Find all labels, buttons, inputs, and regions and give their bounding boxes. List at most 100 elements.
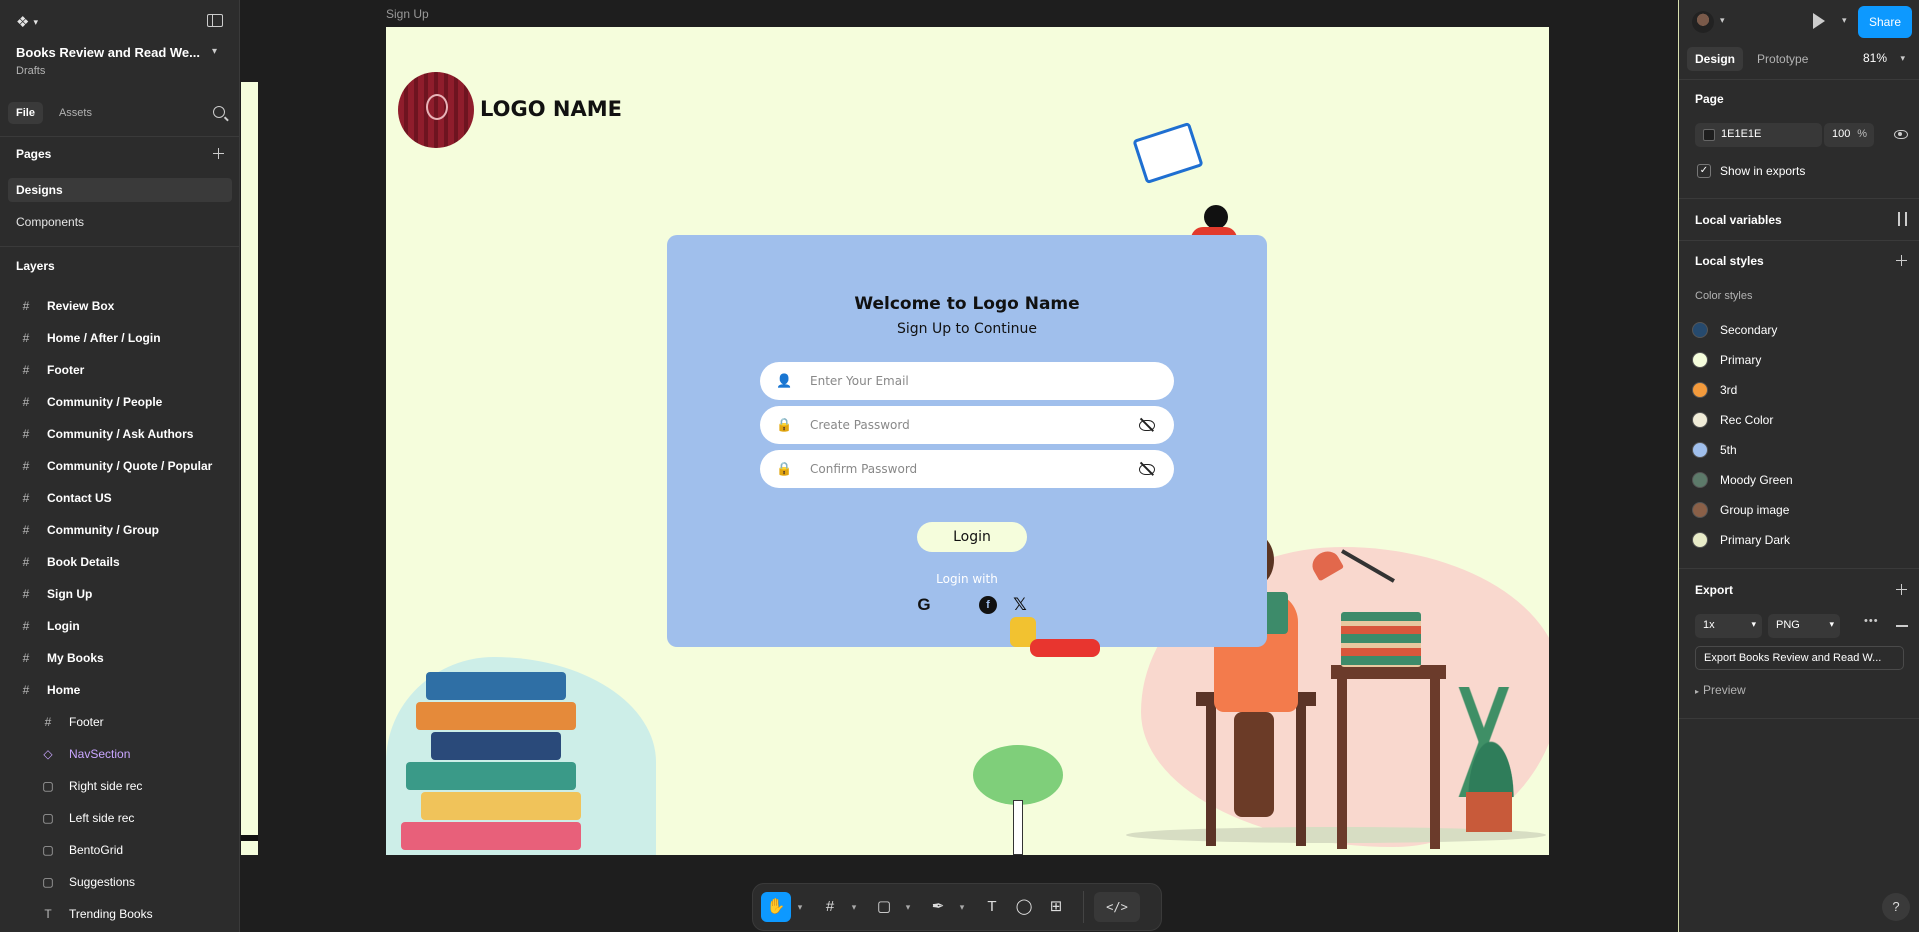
color-style-item[interactable]: Rec Color xyxy=(1692,410,1773,430)
color-style-item[interactable]: Group image xyxy=(1692,500,1789,520)
remove-export-icon[interactable] xyxy=(1896,625,1908,627)
add-page-icon[interactable] xyxy=(213,148,224,159)
signup-frame[interactable]: LOGO NAME Welcome to Logo Name Sign Up t… xyxy=(386,27,1549,855)
layer-item[interactable]: ▢ Left side rec xyxy=(0,802,240,834)
present-play-icon[interactable] xyxy=(1813,13,1825,29)
layer-item[interactable]: # Footer xyxy=(0,354,240,386)
neighbor-frame[interactable] xyxy=(241,82,258,855)
page-opacity-field[interactable]: 100 % xyxy=(1824,123,1874,147)
chevron-down-icon[interactable]: ▾ xyxy=(955,902,969,913)
show-in-exports-label[interactable]: Show in exports xyxy=(1720,164,1805,178)
x-icon[interactable]: 𝕏 xyxy=(1011,596,1029,614)
hand-tool-icon[interactable]: ✋ xyxy=(761,892,791,922)
show-in-exports-checkbox[interactable]: ✓ xyxy=(1697,164,1711,178)
avatar[interactable] xyxy=(1692,11,1714,33)
tab-design[interactable]: Design xyxy=(1687,47,1744,71)
layer-item[interactable]: ▢ Right side rec xyxy=(0,770,240,802)
layer-item[interactable]: # Community / Group xyxy=(0,514,240,546)
color-style-item[interactable]: Secondary xyxy=(1692,320,1777,340)
facebook-icon[interactable]: f xyxy=(979,596,997,614)
export-format-select[interactable]: PNG ▾ xyxy=(1768,614,1840,638)
preview-toggle[interactable]: ▸ Preview xyxy=(1695,683,1746,697)
sidebar-toggle-icon[interactable] xyxy=(207,14,223,27)
add-export-icon[interactable] xyxy=(1896,584,1907,595)
file-title[interactable]: Books Review and Read We... xyxy=(16,45,200,60)
zoom-level[interactable]: 81% xyxy=(1863,51,1887,65)
layer-item[interactable]: # Home / After / Login xyxy=(0,322,240,354)
confirm-password-input[interactable] xyxy=(810,462,1138,476)
divider xyxy=(0,246,239,247)
frame-tool-icon[interactable]: # xyxy=(815,892,845,922)
email-input[interactable] xyxy=(810,374,1174,388)
layer-item[interactable]: # Footer xyxy=(0,706,240,738)
password-field[interactable]: 🔒 xyxy=(760,406,1174,444)
chevron-down-icon[interactable]: ▾ xyxy=(212,46,217,57)
chevron-down-icon[interactable]: ▾ xyxy=(1720,15,1725,26)
tab-assets[interactable]: Assets xyxy=(51,102,100,124)
chevron-down-icon[interactable]: ▾ xyxy=(901,902,915,913)
page-color-field[interactable]: 1E1E1E xyxy=(1695,123,1822,147)
page-item-components[interactable]: Components xyxy=(8,210,232,234)
layer-item[interactable]: # Book Details xyxy=(0,546,240,578)
apple-icon[interactable] xyxy=(947,596,965,614)
chevron-down-icon[interactable]: ▾ xyxy=(1842,15,1847,26)
layer-item[interactable]: # Sign Up xyxy=(0,578,240,610)
illustration-part xyxy=(431,732,561,760)
page-item-designs[interactable]: Designs xyxy=(8,178,232,202)
confirm-password-field[interactable]: 🔒 xyxy=(760,450,1174,488)
main-menu-button[interactable]: ❖ ▾ xyxy=(16,13,38,31)
eye-icon[interactable] xyxy=(1894,130,1908,139)
more-options-icon[interactable] xyxy=(1864,615,1879,627)
rectangle-tool-icon[interactable]: ▢ xyxy=(869,892,899,922)
color-style-item[interactable]: 3rd xyxy=(1692,380,1737,400)
export-scale-select[interactable]: 1x ▾ xyxy=(1695,614,1762,638)
comment-tool-icon[interactable]: ◯ xyxy=(1009,892,1039,922)
local-variables-title[interactable]: Local variables xyxy=(1695,213,1782,227)
layer-item[interactable]: # Community / Ask Authors xyxy=(0,418,240,450)
frame-label[interactable]: Sign Up xyxy=(386,7,429,21)
chevron-down-icon[interactable]: ▾ xyxy=(1900,53,1905,64)
file-location[interactable]: Drafts xyxy=(16,65,45,77)
layer-item[interactable]: ▢ Suggestions xyxy=(0,866,240,898)
layer-item[interactable]: # Review Box xyxy=(0,290,240,322)
tab-prototype[interactable]: Prototype xyxy=(1749,47,1816,71)
google-icon[interactable]: G xyxy=(915,596,933,614)
chevron-down-icon: ▾ xyxy=(1751,619,1756,629)
color-style-item[interactable]: Moody Green xyxy=(1692,470,1793,490)
chevron-down-icon[interactable]: ▾ xyxy=(793,902,807,913)
help-button[interactable]: ? xyxy=(1882,893,1910,921)
actions-icon[interactable]: ⊞ xyxy=(1041,892,1071,922)
search-icon[interactable] xyxy=(213,106,225,118)
variables-icon[interactable] xyxy=(1896,212,1908,226)
dev-mode-icon[interactable]: </> xyxy=(1094,892,1140,922)
canvas[interactable]: Sign Up LOGO NAME Welcome to Logo Name S… xyxy=(241,0,1673,932)
login-button[interactable]: Login xyxy=(917,522,1027,552)
layer-item[interactable]: # My Books xyxy=(0,642,240,674)
chevron-down-icon[interactable]: ▾ xyxy=(847,902,861,913)
layer-item[interactable]: # Community / People xyxy=(0,386,240,418)
tab-file[interactable]: File xyxy=(8,102,43,124)
export-button[interactable]: Export Books Review and Read W... xyxy=(1695,646,1904,670)
color-style-item[interactable]: 5th xyxy=(1692,440,1737,460)
layer-item[interactable]: # Login xyxy=(0,610,240,642)
page-color-hex[interactable]: 1E1E1E xyxy=(1721,128,1761,140)
color-style-item[interactable]: Primary xyxy=(1692,350,1761,370)
layer-item[interactable]: # Home xyxy=(0,674,240,706)
eye-off-icon[interactable] xyxy=(1138,419,1156,431)
pen-tool-icon[interactable]: ✒ xyxy=(923,892,953,922)
layer-item[interactable]: # Contact US xyxy=(0,482,240,514)
layer-item[interactable]: ◇ NavSection xyxy=(0,738,240,770)
text-tool-icon[interactable]: T xyxy=(977,892,1007,922)
plant-pot-illustration xyxy=(1466,792,1512,832)
layer-item[interactable]: ▢ BentoGrid xyxy=(0,834,240,866)
color-swatch[interactable] xyxy=(1703,129,1715,141)
layer-item[interactable]: # Community / Quote / Popular xyxy=(0,450,240,482)
color-style-item[interactable]: Primary Dark xyxy=(1692,530,1790,550)
opacity-value[interactable]: 100 xyxy=(1832,128,1850,140)
share-button[interactable]: Share xyxy=(1858,6,1912,38)
password-input[interactable] xyxy=(810,418,1138,432)
email-field[interactable]: 👤 xyxy=(760,362,1174,400)
eye-off-icon[interactable] xyxy=(1138,463,1156,475)
add-style-icon[interactable] xyxy=(1896,255,1907,266)
layer-item[interactable]: T Trending Books xyxy=(0,898,240,930)
